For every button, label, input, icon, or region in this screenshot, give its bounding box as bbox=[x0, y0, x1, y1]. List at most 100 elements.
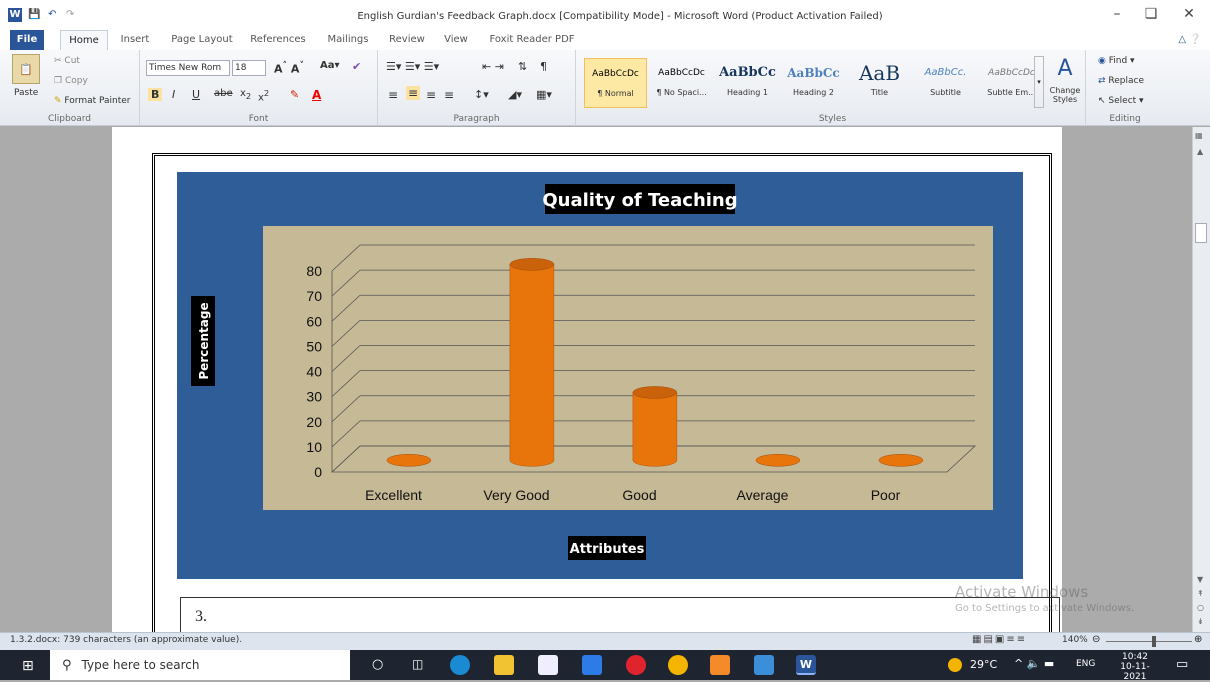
ruler-toggle-icon[interactable]: ▦ bbox=[1195, 131, 1203, 140]
font-color-icon[interactable]: A bbox=[312, 88, 321, 102]
x-tick-label: Excellent bbox=[365, 487, 422, 503]
tab-mailings[interactable]: Mailings bbox=[320, 30, 376, 50]
search-placeholder: Type here to search bbox=[81, 658, 200, 672]
style-name: ¶ Normal bbox=[597, 89, 634, 98]
tab-review[interactable]: Review bbox=[384, 30, 430, 50]
change-case-icon[interactable]: Aa▾ bbox=[320, 60, 340, 71]
zoom-out-icon[interactable]: ⊝ bbox=[1092, 634, 1100, 645]
tab-foxit-reader-pdf[interactable]: Foxit Reader PDF bbox=[484, 30, 580, 50]
mail-icon[interactable] bbox=[582, 655, 602, 675]
style-subtitle[interactable]: AaBbCc. Subtitle bbox=[914, 58, 977, 108]
next-page-icon[interactable]: ↡ bbox=[1197, 617, 1204, 626]
cortana-icon[interactable]: ○ bbox=[372, 657, 383, 672]
close-button[interactable]: ✕ bbox=[1176, 6, 1202, 22]
chrome-icon[interactable] bbox=[668, 655, 688, 675]
align-center-icon[interactable]: ≡ bbox=[406, 86, 421, 100]
bold-button[interactable]: B bbox=[148, 88, 163, 101]
align-left-icon[interactable]: ≡ bbox=[388, 88, 398, 102]
help-icon[interactable]: △ ❔ bbox=[1172, 30, 1208, 50]
subscript-button[interactable]: x2 bbox=[240, 88, 251, 101]
font-family-select[interactable]: Times New Rom bbox=[146, 60, 230, 76]
notifications-icon[interactable]: ▭ bbox=[1176, 657, 1188, 672]
zoom-slider[interactable] bbox=[1106, 641, 1192, 642]
tray-icons[interactable]: ^ 🔈 ▬ bbox=[1014, 657, 1054, 670]
brush-icon: ✎ bbox=[54, 96, 62, 106]
style-title[interactable]: AaB Title bbox=[848, 58, 911, 108]
bar bbox=[386, 454, 432, 467]
tab-home[interactable]: Home bbox=[60, 30, 108, 50]
undo-icon[interactable]: ↶ bbox=[48, 8, 56, 22]
indent-icon[interactable]: ⇤ ⇥ bbox=[482, 60, 504, 73]
style-heading-2[interactable]: AaBbCc Heading 2 bbox=[782, 58, 845, 108]
task-view-icon[interactable]: ◫ bbox=[412, 657, 423, 671]
find-button[interactable]: ◉ Find ▾ bbox=[1098, 56, 1135, 66]
zoom-in-icon[interactable]: ⊕ bbox=[1194, 634, 1202, 645]
tab-references[interactable]: References bbox=[244, 30, 312, 50]
restore-button[interactable]: ❏ bbox=[1138, 6, 1164, 22]
photos-icon[interactable] bbox=[754, 655, 774, 675]
align-right-icon[interactable]: ≡ bbox=[426, 88, 436, 102]
highlight-icon[interactable]: ✎ bbox=[290, 88, 299, 101]
bullets-icon[interactable]: ☰▾ ☰▾ ☰▾ bbox=[386, 60, 439, 73]
document-page[interactable]: 0 10 20 30 40 50 60 70 80 Excellent Very Good Good A… bbox=[112, 127, 1062, 632]
paste-button[interactable]: Paste bbox=[14, 88, 38, 98]
clock[interactable]: 10:42 10-11-2021 bbox=[1110, 652, 1160, 682]
chart-container[interactable]: 0 10 20 30 40 50 60 70 80 Excellent Very Good Good A… bbox=[177, 172, 1023, 579]
language-indicator[interactable]: ENG bbox=[1076, 659, 1095, 669]
browse-object-icon[interactable]: ○ bbox=[1197, 603, 1204, 612]
line-spacing-icon[interactable]: ↕▾ bbox=[474, 88, 489, 101]
superscript-button[interactable]: x2 bbox=[258, 88, 269, 103]
grow-font-icon[interactable]: A˄ A˅ bbox=[274, 60, 304, 76]
opera-icon[interactable] bbox=[626, 655, 646, 675]
strikethrough-button[interactable]: abe bbox=[214, 88, 233, 99]
y-tick-label: 40 bbox=[306, 364, 322, 380]
clear-formatting-icon[interactable]: ✔ bbox=[352, 60, 361, 73]
scroll-up-icon[interactable]: ▲ bbox=[1197, 147, 1203, 156]
tab-page-layout[interactable]: Page Layout bbox=[166, 30, 238, 50]
app-icon[interactable] bbox=[710, 655, 730, 675]
save-icon[interactable]: 💾 bbox=[28, 8, 40, 22]
style-heading-1[interactable]: AaBbCc Heading 1 bbox=[716, 58, 779, 108]
view-buttons[interactable]: ▦▤▣≡≡ bbox=[972, 634, 1042, 645]
vertical-scrollbar[interactable]: ▦ ▲ ▼ ↟ ○ ↡ bbox=[1192, 127, 1210, 632]
windows-start-icon[interactable]: ⊞ bbox=[22, 658, 34, 674]
tab-file[interactable]: File bbox=[10, 30, 44, 50]
previous-page-icon[interactable]: ↟ bbox=[1197, 589, 1204, 598]
cut-button[interactable]: ✂ Cut bbox=[54, 56, 80, 66]
font-size-select[interactable]: 18 bbox=[232, 60, 266, 76]
copy-button[interactable]: ❐ Copy bbox=[54, 76, 88, 86]
table-cell[interactable]: 3. bbox=[180, 597, 1060, 632]
tab-insert[interactable]: Insert bbox=[114, 30, 156, 50]
word-count-status[interactable]: 1.3.2.docx: 739 characters (an approxima… bbox=[10, 635, 242, 645]
replace-button[interactable]: ⇄ Replace bbox=[1098, 76, 1144, 86]
borders-icon[interactable]: ▦▾ bbox=[536, 88, 552, 101]
style-normal[interactable]: AaBbCcDc ¶ Normal bbox=[584, 58, 647, 108]
format-painter-button[interactable]: ✎ Format Painter bbox=[54, 96, 131, 106]
zoom-slider-thumb[interactable] bbox=[1152, 636, 1156, 647]
minimize-button[interactable]: – bbox=[1104, 6, 1130, 22]
underline-button[interactable]: U bbox=[192, 88, 200, 101]
tab-view[interactable]: View bbox=[438, 30, 474, 50]
y-tick-label: 50 bbox=[306, 338, 322, 354]
justify-icon[interactable]: ≡ bbox=[444, 88, 454, 102]
store-icon[interactable] bbox=[538, 655, 558, 675]
shading-icon[interactable]: ◢▾ bbox=[508, 88, 522, 101]
change-styles-icon[interactable]: A bbox=[1050, 54, 1080, 82]
style-no-spacing[interactable]: AaBbCcDc ¶ No Spaci... bbox=[650, 58, 713, 108]
italic-button[interactable]: I bbox=[172, 88, 175, 101]
scroll-down-icon[interactable]: ▼ bbox=[1197, 575, 1203, 584]
styles-scroll-icon[interactable]: ▾ bbox=[1034, 56, 1044, 108]
temperature[interactable]: 29°C bbox=[970, 658, 997, 671]
zoom-level[interactable]: 140% bbox=[1062, 635, 1088, 645]
word-taskbar-icon[interactable]: W bbox=[796, 655, 816, 675]
edge-icon[interactable] bbox=[450, 655, 470, 675]
select-button[interactable]: ↖ Select ▾ bbox=[1098, 96, 1144, 106]
scroll-thumb[interactable] bbox=[1195, 223, 1207, 243]
taskbar-search-box[interactable]: ⚲ Type here to search bbox=[50, 650, 350, 680]
file-explorer-icon[interactable] bbox=[494, 655, 514, 675]
sort-icon[interactable]: ⇅ bbox=[518, 60, 527, 73]
pilcrow-icon[interactable]: ¶ bbox=[540, 60, 547, 73]
paste-icon[interactable]: 📋 bbox=[12, 54, 40, 84]
redo-icon[interactable]: ↷ bbox=[66, 8, 74, 22]
change-styles-button[interactable]: Change Styles bbox=[1046, 86, 1084, 104]
